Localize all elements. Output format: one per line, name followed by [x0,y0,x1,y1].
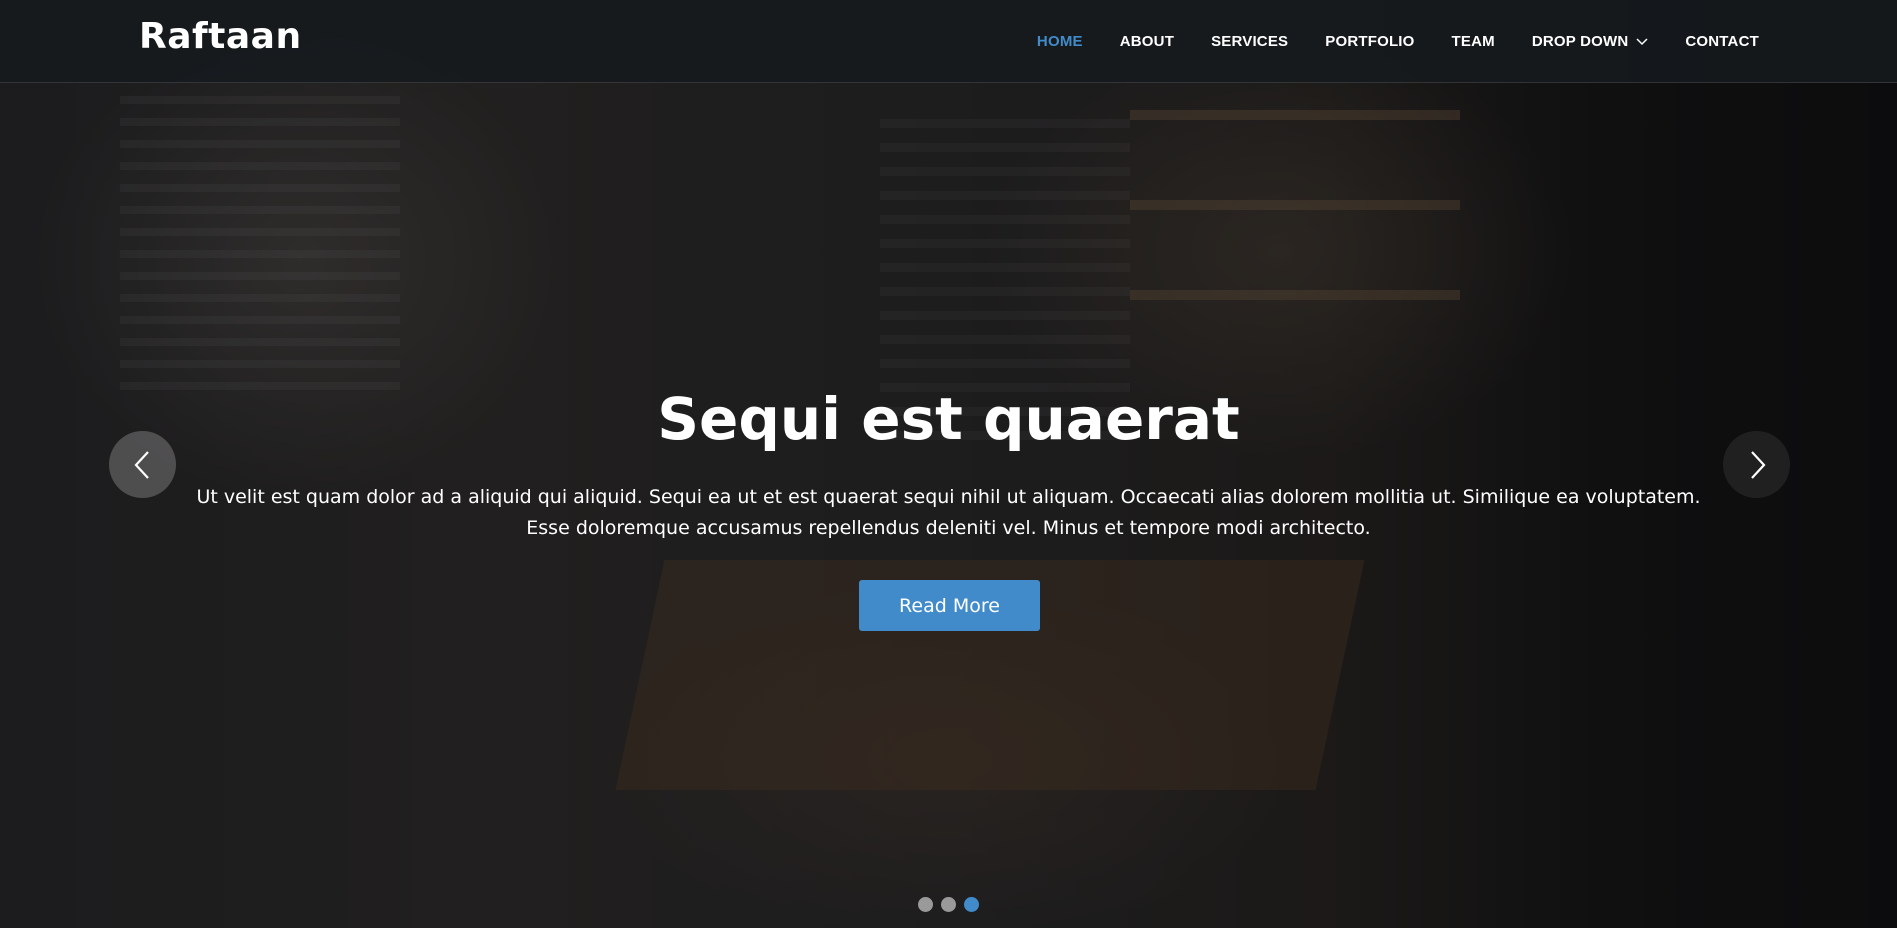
nav-link-team[interactable]: TEAM [1452,33,1495,50]
nav-link-dropdown[interactable]: DROP DOWN [1532,33,1649,50]
carousel-indicator-1[interactable] [918,897,933,912]
carousel-indicator-2[interactable] [941,897,956,912]
hero-section: Raftaan HOME ABOUT SERVICES PORTFOLIO TE… [0,0,1897,928]
carousel-indicator-3[interactable] [964,897,979,912]
nav-link-about[interactable]: ABOUT [1120,33,1174,50]
chevron-left-icon [134,450,149,479]
nav-link-services[interactable]: SERVICES [1211,33,1288,50]
site-logo[interactable]: Raftaan [139,16,302,57]
main-nav: HOME ABOUT SERVICES PORTFOLIO TEAM DROP … [1000,0,1759,82]
chevron-right-icon [1750,450,1765,479]
nav-item-services: SERVICES [1211,33,1288,50]
nav-item-home: HOME [1037,33,1083,50]
read-more-button[interactable]: Read More [859,580,1040,631]
carousel-indicators [0,897,1897,912]
nav-item-contact: CONTACT [1685,33,1759,50]
slide-title: Sequi est quaerat [657,385,1240,453]
carousel-prev-button[interactable] [109,431,176,498]
site-header: Raftaan HOME ABOUT SERVICES PORTFOLIO TE… [0,0,1897,83]
nav-link-home[interactable]: HOME [1037,33,1083,50]
nav-link-dropdown-label: DROP DOWN [1531,32,1629,50]
nav-item-team: TEAM [1452,33,1495,50]
nav-link-portfolio[interactable]: PORTFOLIO [1325,33,1414,50]
carousel: Sequi est quaerat Ut velit est quam dolo… [0,0,1897,928]
nav-item-portfolio: PORTFOLIO [1325,33,1414,50]
slide-description: Ut velit est quam dolor ad a aliquid qui… [196,486,1701,539]
nav-item-dropdown: DROP DOWN [1532,33,1649,50]
nav-item-about: ABOUT [1120,33,1174,50]
nav-link-contact[interactable]: CONTACT [1685,33,1759,50]
carousel-next-button[interactable] [1723,431,1790,498]
chevron-down-icon [1636,38,1648,46]
